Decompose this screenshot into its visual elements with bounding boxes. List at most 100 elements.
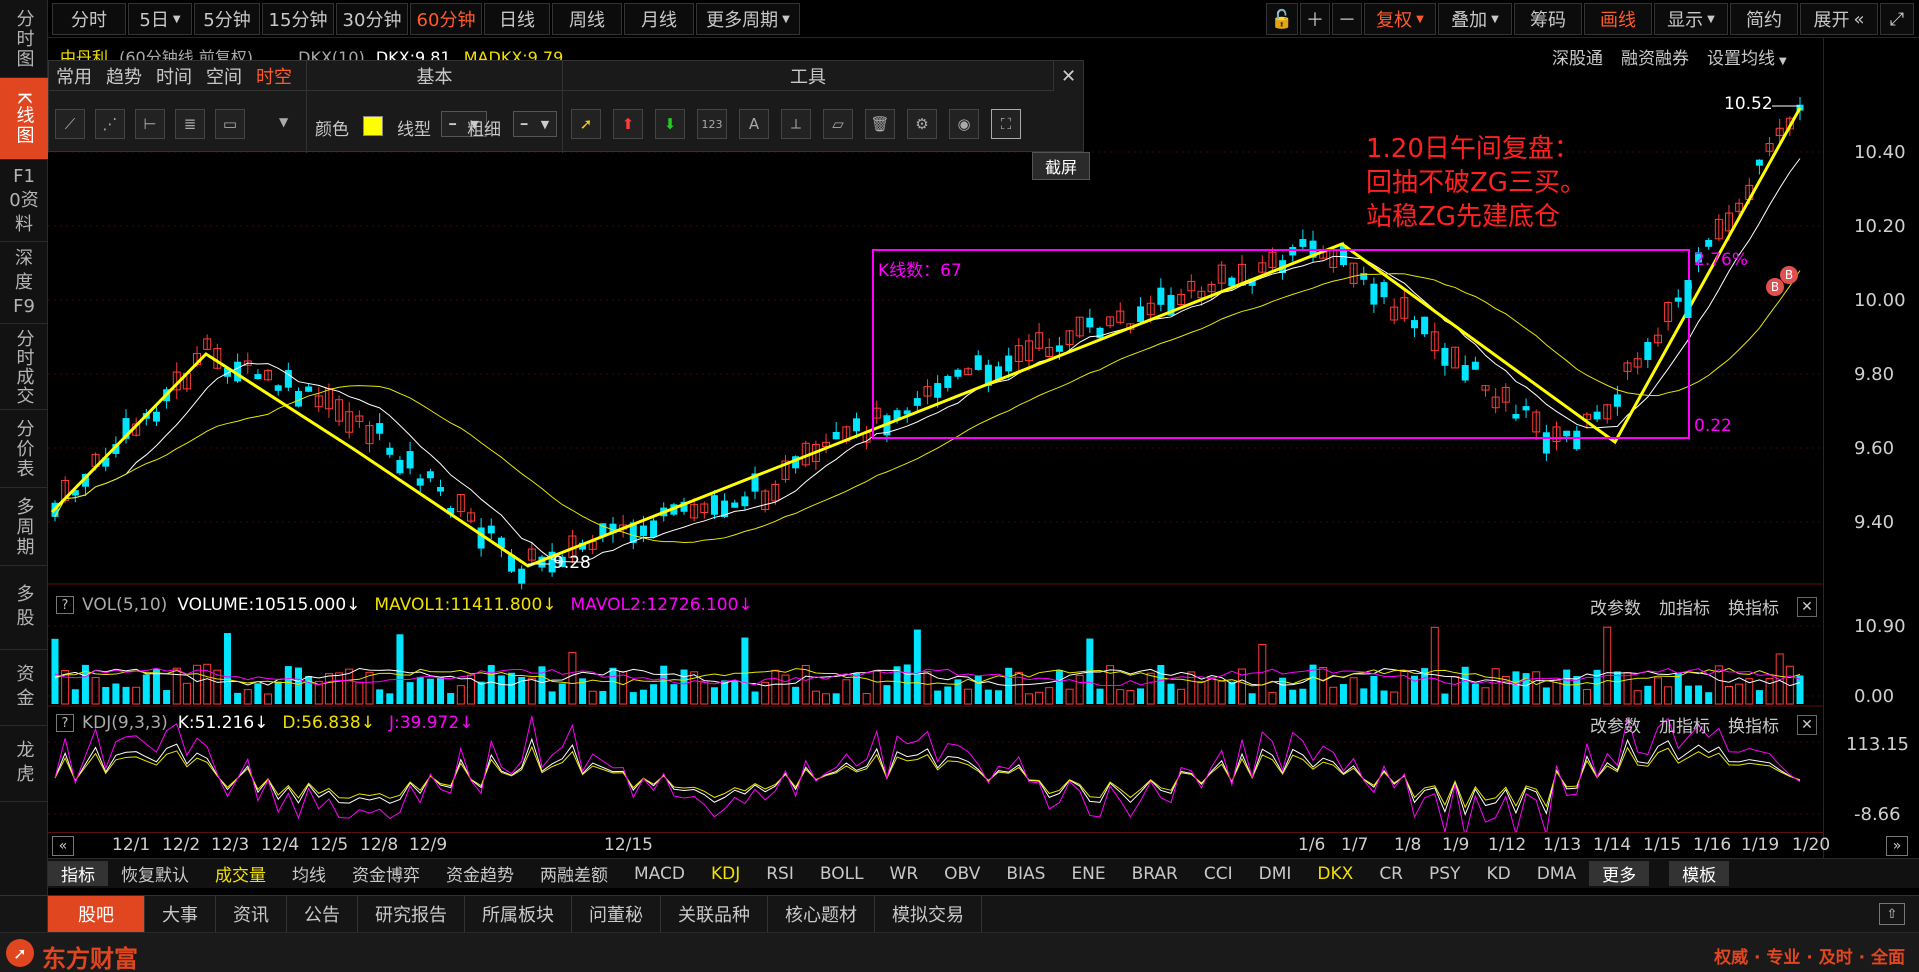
volume-bar <box>771 669 780 705</box>
eraser-tool[interactable]: ▱ <box>823 109 853 139</box>
candle-body <box>487 525 495 534</box>
indicator-fund-trend[interactable]: 资金趋势 <box>433 861 527 886</box>
indicator-margin-diff[interactable]: 两融差额 <box>527 861 621 886</box>
indicator-kdj[interactable]: KDJ <box>698 864 753 884</box>
tab-common[interactable]: 常用 <box>49 63 99 89</box>
indicator-boll[interactable]: BOLL <box>807 864 877 884</box>
volume-bar <box>670 684 678 704</box>
indicator-psy[interactable]: PSY <box>1416 864 1473 884</box>
indicator-ene[interactable]: ENE <box>1058 864 1118 884</box>
indicator-dmi[interactable]: DMI <box>1246 864 1305 884</box>
indicator-ma[interactable]: 均线 <box>279 861 339 886</box>
app-root: 分时图 K线图 F10资料 深度F9 分时成交 分价表 多周期 多股 资金 龙虎… <box>0 0 1919 972</box>
indicator-obv[interactable]: OBV <box>931 864 993 884</box>
tab-events[interactable]: 大事 <box>145 895 216 933</box>
tab-news[interactable]: 资讯 <box>216 895 287 933</box>
help-icon[interactable]: ? <box>56 596 74 614</box>
tab-trend[interactable]: 趋势 <box>99 63 149 89</box>
pointer-tool[interactable]: ➚ <box>571 109 601 139</box>
indicator-dkx[interactable]: DKX <box>1304 864 1366 884</box>
candle-body <box>477 527 485 549</box>
template-button[interactable]: 模板 <box>1669 861 1730 886</box>
tab-sectors[interactable]: 所属板块 <box>465 895 572 933</box>
gann-fan-tool[interactable]: ⋰ <box>95 109 125 139</box>
volume-bar <box>1430 626 1439 705</box>
volume-bar <box>568 651 577 705</box>
help-icon[interactable]: ? <box>56 714 74 732</box>
number-tool[interactable]: 123 <box>697 109 727 139</box>
indicator-brar[interactable]: BRAR <box>1119 864 1191 884</box>
rectangle-tool[interactable]: ▭ <box>215 109 245 139</box>
volume-bar <box>964 688 973 705</box>
ruler-tool[interactable]: ⟂ <box>781 109 811 139</box>
time-cycle-tool[interactable]: ⊢ <box>135 109 165 139</box>
close-icon[interactable]: ✕ <box>1797 596 1817 617</box>
volume-bar <box>1167 683 1175 704</box>
indicator-volume[interactable]: 成交量 <box>202 861 279 886</box>
add-indicator-link[interactable]: 加指标 <box>1659 594 1710 619</box>
tab-announcements[interactable]: 公告 <box>287 895 358 933</box>
tab-simulated-trading[interactable]: 模拟交易 <box>875 895 982 933</box>
volume-bar <box>1491 668 1500 705</box>
indicator-rsi[interactable]: RSI <box>753 864 807 884</box>
tab-time[interactable]: 时间 <box>149 63 199 89</box>
edit-params-link[interactable]: 改参数 <box>1590 712 1641 737</box>
indicator-menu[interactable]: 指标 <box>48 861 108 886</box>
double-chevron-right-icon[interactable]: » <box>1886 836 1908 856</box>
tab-space[interactable]: 空间 <box>199 63 249 89</box>
tool-category-section: 常用 趋势 时间 空间 时空 ⟋ ⋰ ⊢ ≣ ▭ ▼ <box>49 61 307 153</box>
color-swatch[interactable] <box>363 116 383 136</box>
tab-ask-secretary[interactable]: 问董秘 <box>572 895 661 933</box>
edit-params-link[interactable]: 改参数 <box>1590 594 1641 619</box>
speed-line-tool[interactable]: ≣ <box>175 109 205 139</box>
volume-bar <box>1633 690 1642 705</box>
volume-bar <box>558 683 566 704</box>
arrow-down-icon: ↓ <box>459 713 474 733</box>
double-chevron-left-icon[interactable]: « <box>52 836 74 856</box>
restore-default[interactable]: 恢复默认 <box>108 861 202 886</box>
indicator-kd[interactable]: KD <box>1473 864 1523 884</box>
collapse-icon[interactable]: ⇧ <box>1879 903 1905 925</box>
tab-related[interactable]: 关联品种 <box>661 895 768 933</box>
text-tool[interactable]: A <box>739 109 769 139</box>
screenshot-tool[interactable]: ⛶ <box>991 109 1021 139</box>
footer: ➚ 东方财富 权威 · 专业 · 及时 · 全面 <box>0 932 1919 972</box>
visibility-tool[interactable]: ◉ <box>949 109 979 139</box>
candle-body <box>1573 430 1581 450</box>
indicator-cci[interactable]: CCI <box>1191 864 1246 884</box>
switch-indicator-link[interactable]: 换指标 <box>1728 712 1779 737</box>
tab-timespace[interactable]: 时空 <box>249 63 299 89</box>
volume-bar <box>1360 688 1368 704</box>
up-arrow-tool[interactable]: ⬆ <box>613 109 643 139</box>
candle-body <box>1563 430 1571 437</box>
indicator-dma[interactable]: DMA <box>1524 864 1589 884</box>
line-width-select[interactable]: ━ ▼ <box>513 111 557 137</box>
tab-research[interactable]: 研究报告 <box>358 895 465 933</box>
switch-indicator-link[interactable]: 换指标 <box>1728 594 1779 619</box>
volume-bar <box>1096 688 1104 704</box>
indicator-macd[interactable]: MACD <box>621 864 698 884</box>
chevron-down-icon[interactable]: ▼ <box>279 115 288 129</box>
volume-bar <box>741 637 749 704</box>
tab-core-themes[interactable]: 核心题材 <box>768 895 875 933</box>
tab-forum[interactable]: 股吧 <box>48 895 145 933</box>
fan-line-tool[interactable]: ⟋ <box>55 109 85 139</box>
settings-tool[interactable]: ⚙ <box>907 109 937 139</box>
volume-bar <box>1126 690 1135 705</box>
volume-bar <box>163 690 171 704</box>
indicator-more[interactable]: 更多 <box>1589 861 1650 886</box>
volume-bar <box>832 693 840 704</box>
volume-bar <box>1370 675 1378 704</box>
down-arrow-tool[interactable]: ⬇ <box>655 109 685 139</box>
volume-bar <box>355 681 364 705</box>
indicator-fund-game[interactable]: 资金博弈 <box>339 861 433 886</box>
close-icon[interactable]: ✕ <box>1053 61 1083 91</box>
buy-marker[interactable]: B <box>1780 266 1798 284</box>
volume-bar <box>619 670 628 705</box>
close-icon[interactable]: ✕ <box>1797 714 1817 735</box>
indicator-bias[interactable]: BIAS <box>993 864 1058 884</box>
indicator-cr[interactable]: CR <box>1366 864 1416 884</box>
add-indicator-link[interactable]: 加指标 <box>1659 712 1710 737</box>
delete-tool[interactable]: 🗑 <box>865 109 895 139</box>
indicator-wr[interactable]: WR <box>877 864 932 884</box>
